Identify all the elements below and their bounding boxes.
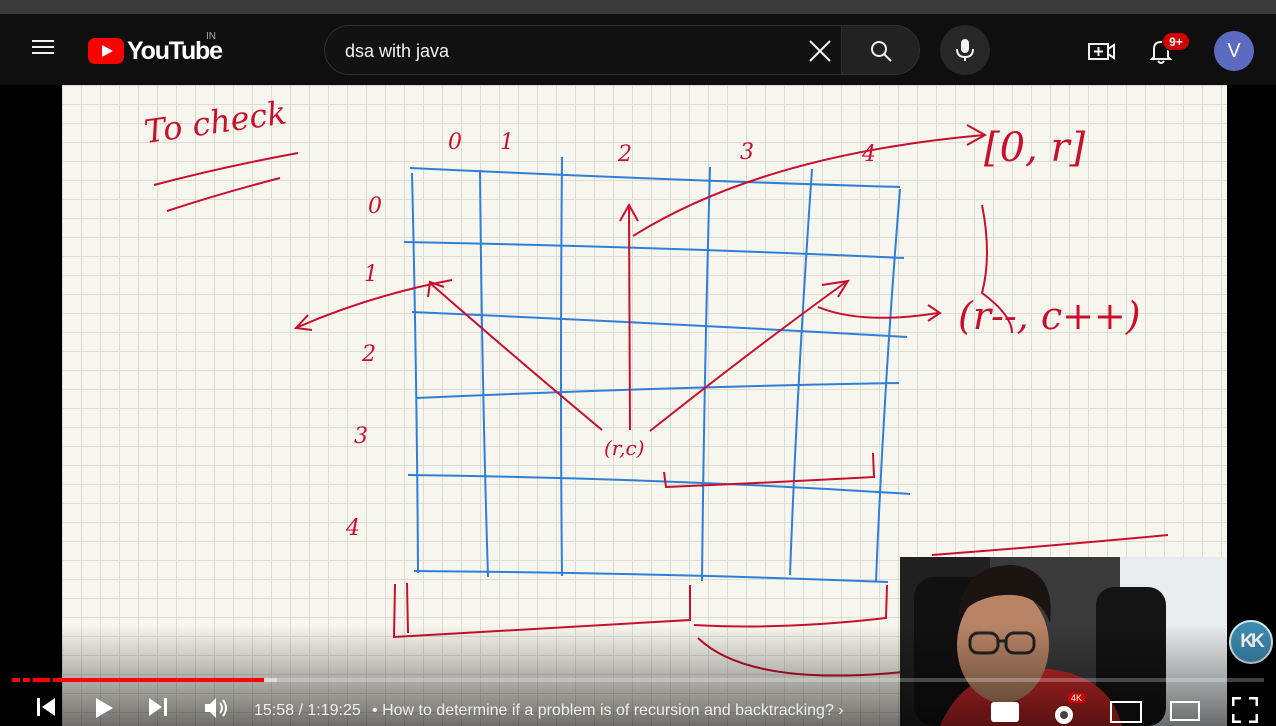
- menu-icon[interactable]: [26, 36, 60, 62]
- time-display: 15:58 / 1:19:25: [254, 702, 361, 719]
- youtube-play-icon: [88, 38, 124, 64]
- channel-watermark[interactable]: KK: [1229, 620, 1273, 664]
- range-label: [0, r]: [984, 125, 1086, 171]
- search-box: [324, 25, 841, 75]
- settings-icon[interactable]: [1050, 701, 1078, 726]
- row-label: 0: [368, 194, 382, 219]
- browser-top-strip: [0, 0, 1276, 14]
- subtitles-icon[interactable]: [990, 701, 1020, 726]
- row-label: 1: [364, 262, 378, 287]
- chapter-title-text: How to determine if a problem is of recu…: [382, 702, 834, 719]
- search-button[interactable]: [841, 25, 920, 75]
- row-label: 4: [345, 516, 360, 541]
- column-label: 0: [448, 130, 462, 155]
- country-code: IN: [206, 31, 216, 42]
- miniplayer-icon[interactable]: [1110, 701, 1142, 726]
- diagonal-label: (r--, c++): [958, 294, 1141, 338]
- previous-icon[interactable]: [36, 697, 56, 722]
- clear-icon[interactable]: [807, 38, 833, 64]
- video-player[interactable]: To check 0 1 2 3 4 0 1 2 3 4 (r,c) [0, r…: [0, 85, 1276, 726]
- mic-icon: [956, 39, 974, 61]
- cell-label: (r,c): [604, 436, 645, 460]
- chapter-divider: [30, 678, 33, 682]
- player-controls: 15:58 / 1:19:25 • How to determine if a …: [0, 687, 1276, 726]
- masthead: YouTube IN 9+ V: [0, 14, 1276, 85]
- chevron-right-icon: ›: [838, 702, 844, 719]
- column-label: 3: [740, 140, 754, 165]
- column-label: 1: [500, 130, 514, 155]
- play-icon[interactable]: [94, 697, 114, 724]
- progress-bar[interactable]: [12, 678, 1264, 682]
- next-icon[interactable]: [148, 697, 168, 722]
- theater-mode-icon[interactable]: [1170, 701, 1200, 726]
- chapter-title[interactable]: • How to determine if a problem is of re…: [372, 702, 862, 720]
- column-label: 2: [617, 142, 632, 167]
- search-icon: [871, 41, 892, 62]
- chapter-divider: [50, 678, 53, 682]
- notification-count-badge: 9+: [1162, 32, 1190, 51]
- youtube-logo[interactable]: YouTube: [88, 36, 223, 66]
- fullscreen-icon[interactable]: [1231, 696, 1259, 726]
- row-label: 3: [354, 424, 368, 449]
- voice-search-button[interactable]: [940, 25, 990, 75]
- grid-lines: [403, 156, 911, 583]
- volume-icon[interactable]: [204, 697, 230, 724]
- create-icon[interactable]: [1084, 34, 1118, 68]
- quality-badge: 4K: [1068, 693, 1086, 703]
- row-label: 2: [361, 342, 376, 367]
- column-label: 4: [861, 142, 876, 167]
- chapter-separator: •: [372, 702, 378, 719]
- avatar[interactable]: V: [1214, 31, 1254, 71]
- chapter-divider: [20, 678, 23, 682]
- search-input[interactable]: [345, 38, 785, 64]
- heading-text: To check: [142, 93, 289, 151]
